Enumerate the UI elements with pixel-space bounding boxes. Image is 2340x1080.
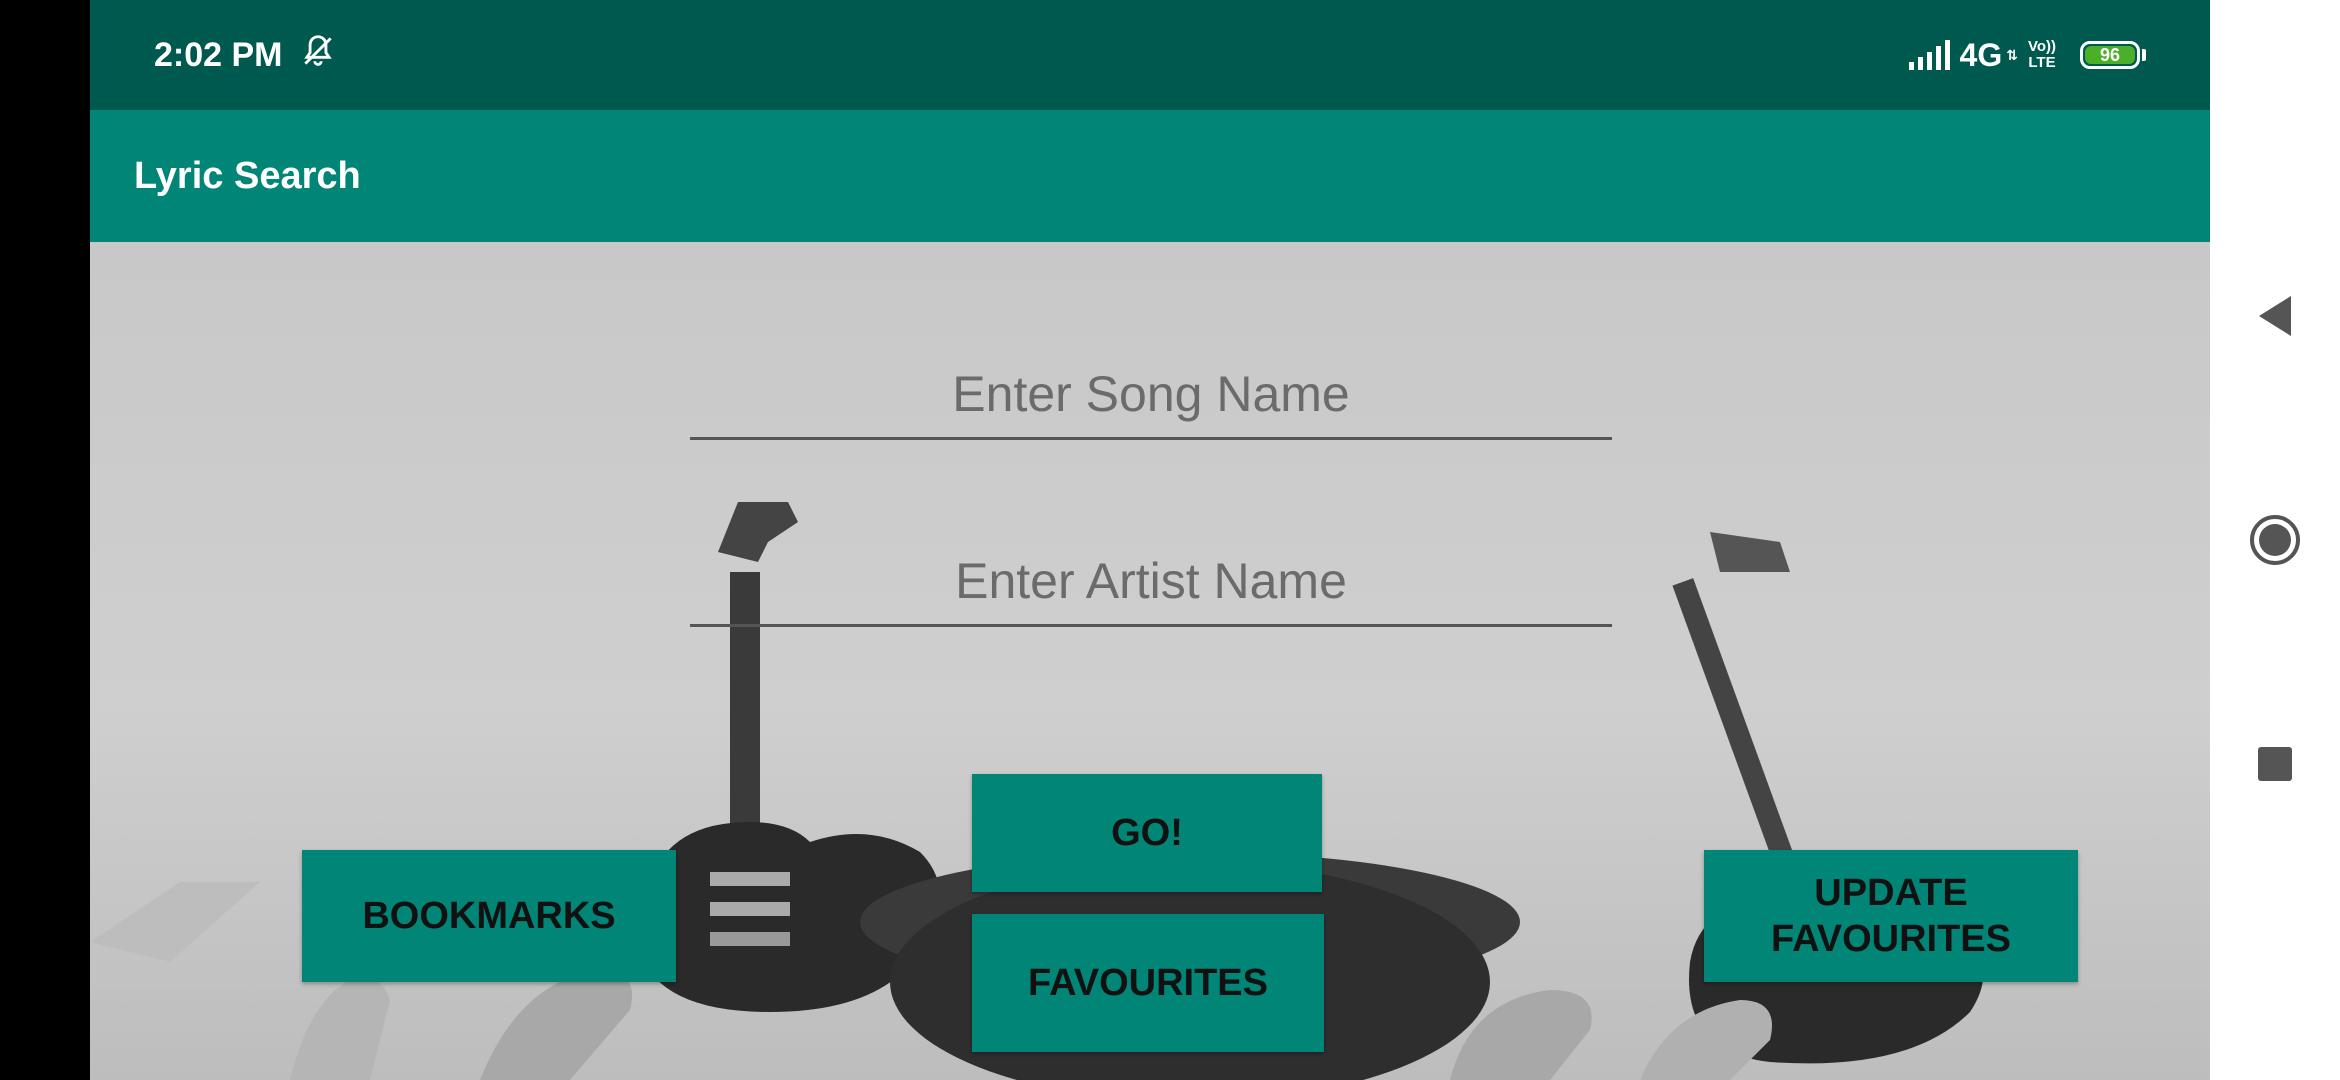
artist-name-field[interactable] — [690, 537, 1612, 627]
main-content: GO! FAVOURITES BOOKMARKS UPDATE FAVOURIT… — [90, 242, 2210, 1080]
favourites-button[interactable]: FAVOURITES — [972, 914, 1324, 1052]
recents-button[interactable] — [2210, 714, 2340, 814]
home-button[interactable] — [2210, 490, 2340, 590]
recents-icon — [2258, 747, 2292, 781]
artist-name-input[interactable] — [690, 537, 1612, 624]
update-favourites-button[interactable]: UPDATE FAVOURITES — [1704, 850, 2078, 982]
navigation-bar — [2210, 0, 2340, 1080]
volte-icon: Vo)) LTE — [2028, 39, 2056, 71]
app-title: Lyric Search — [134, 154, 361, 197]
home-icon — [2250, 515, 2300, 565]
status-left: 2:02 PM — [154, 32, 337, 79]
status-bar: 2:02 PM 4G ⇅ Vo)) LTE 96 — [90, 0, 2210, 110]
signal-icon — [1908, 40, 1950, 70]
go-button[interactable]: GO! — [972, 774, 1322, 892]
volte-bottom: LTE — [2028, 54, 2056, 71]
volte-top: Vo)) — [2027, 38, 2056, 55]
back-button[interactable] — [2210, 266, 2340, 366]
battery-tip — [2142, 49, 2146, 61]
app-window: 2:02 PM 4G ⇅ Vo)) LTE 96 Lyric Search En… — [90, 0, 2210, 1080]
battery-level: 96 — [2085, 46, 2135, 64]
battery-body: 96 — [2080, 41, 2140, 69]
back-icon — [2259, 296, 2291, 336]
network-type: 4G — [1959, 36, 2003, 73]
app-bar: Lyric Search — [90, 110, 2210, 242]
status-time: 2:02 PM — [154, 35, 283, 74]
song-name-field[interactable] — [690, 350, 1612, 440]
song-name-input[interactable] — [690, 350, 1612, 437]
status-right: 4G ⇅ Vo)) LTE 96 — [1908, 36, 2146, 74]
bookmarks-button[interactable]: BOOKMARKS — [302, 850, 676, 982]
data-arrows-icon: ⇅ — [2006, 46, 2018, 63]
muted-bell-icon — [299, 32, 337, 79]
battery-icon: 96 — [2080, 41, 2146, 69]
screen-edge — [0, 0, 90, 1080]
